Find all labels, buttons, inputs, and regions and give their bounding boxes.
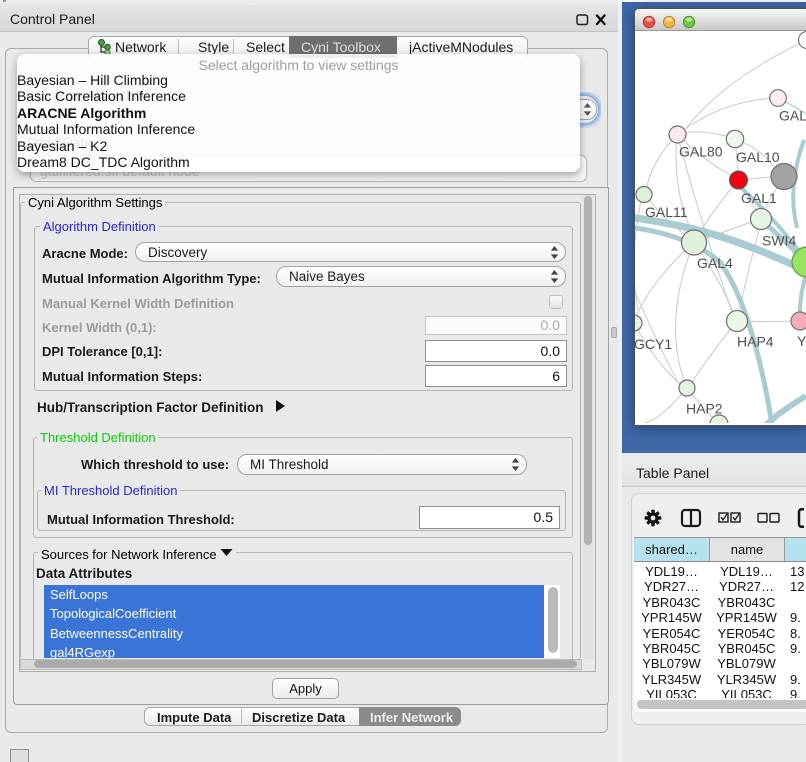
svg-text:HAP4: HAP4	[737, 334, 774, 350]
svg-text:GCY1: GCY1	[635, 336, 672, 352]
svg-text:GAL80: GAL80	[679, 144, 723, 160]
svg-text:GAL4: GAL4	[697, 255, 733, 271]
svg-text:GAL11: GAL11	[645, 204, 688, 220]
svg-text:GAL2: GAL2	[779, 108, 806, 124]
svg-text:HAP2: HAP2	[686, 401, 723, 417]
svg-text:SWI4: SWI4	[762, 233, 796, 249]
svg-text:Y: Y	[797, 333, 806, 349]
svg-text:GAL1: GAL1	[741, 190, 777, 206]
svg-text:GAL10: GAL10	[736, 149, 780, 165]
